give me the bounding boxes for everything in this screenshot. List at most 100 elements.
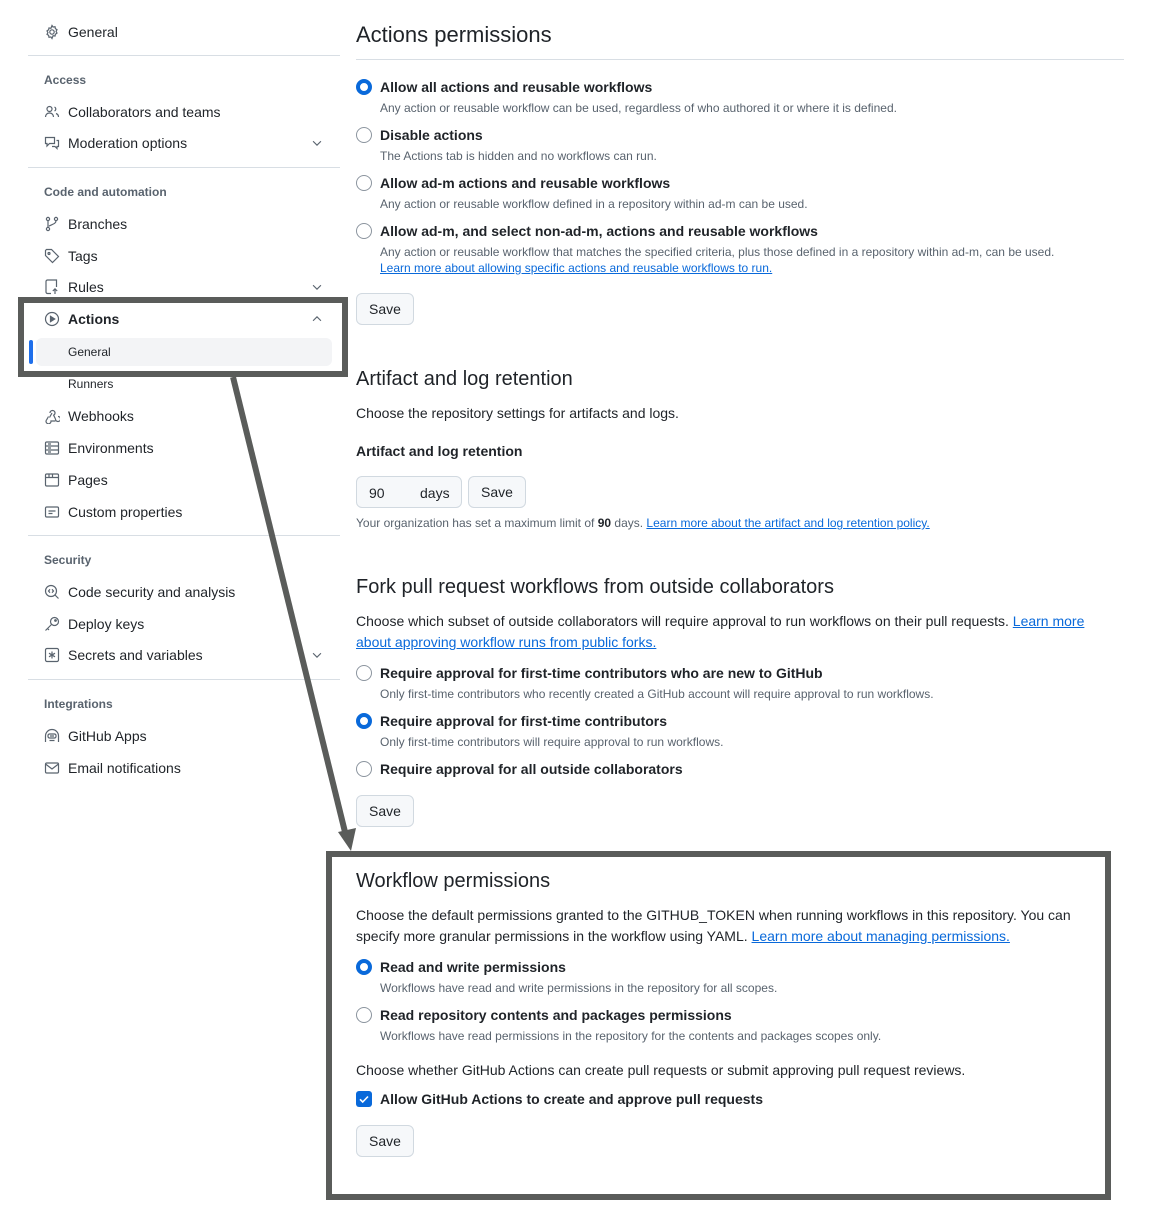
workflow-permissions-title: Workflow permissions [356,870,551,892]
sidebar-item-label: General [68,345,111,359]
chevron-down-icon[interactable] [310,648,324,662]
workflow-permissions-description: Choose the default permissions granted t… [356,905,1116,947]
workflow-desc-line2: specify more granular permissions in the… [356,928,748,944]
radio-button[interactable] [356,175,372,191]
radio-note: Only first-time contributors who recentl… [380,687,934,701]
radio-button[interactable] [356,761,372,777]
sidebar-subitem-actions-general[interactable]: General [36,338,332,366]
section-divider [356,59,1124,60]
sidebar-item-pages[interactable]: Pages [28,464,340,496]
sidebar-item-label: Rules [68,279,104,295]
fork-pr-description-text: Choose which subset of outside collabora… [356,613,1009,629]
sidebar-item-rules[interactable]: Rules [28,271,340,303]
radio-note: The Actions tab is hidden and no workflo… [380,149,657,163]
radio-button[interactable] [356,223,372,239]
fork-pr-title: Fork pull request workflows from outside… [356,576,834,598]
sidebar-divider [28,55,340,56]
sidebar-item-label: GitHub Apps [68,728,147,744]
fork-pr-save-button[interactable]: Save [356,795,414,827]
radio-label: Disable actions [380,127,483,143]
workflow-permissions-save-button[interactable]: Save [356,1125,414,1157]
retention-save-button[interactable]: Save [468,476,526,508]
sidebar-item-webhooks[interactable]: Webhooks [28,400,340,432]
sidebar-item-environments[interactable]: Environments [28,432,340,464]
sidebar-item-label: Collaborators and teams [68,104,221,120]
radio-label: Allow ad-m, and select non-ad-m, actions… [380,223,818,239]
git-branch-icon [44,216,60,232]
radio-label: Allow ad-m actions and reusable workflow… [380,175,671,191]
people-icon [44,104,60,120]
sidebar-item-secrets-and-variables[interactable]: Secrets and variables [28,639,340,671]
group-title-integrations: Integrations [44,697,113,711]
sidebar-item-label: Email notifications [68,760,181,776]
sidebar-item-label: Custom properties [68,504,183,520]
sidebar-item-deploy-keys[interactable]: Deploy keys [28,608,340,640]
sidebar-item-email-notifications[interactable]: Email notifications [28,752,340,784]
radio-button[interactable] [356,959,372,975]
sidebar-item-label: Branches [68,216,128,232]
radio-note: Any action or reusable workflow that mat… [380,245,1055,259]
radio-button[interactable] [356,665,372,681]
chevron-down-icon[interactable] [310,280,324,294]
chevron-down-icon[interactable] [310,136,324,150]
managing-permissions-link[interactable]: Learn more about managing permissions. [752,928,1010,944]
sidebar-item-branches[interactable]: Branches [28,208,340,240]
repo-push-icon [44,279,60,295]
sidebar-divider [28,679,340,680]
fork-pr-learn-more-link[interactable]: Learn more [1013,613,1085,629]
sidebar-item-collaborators[interactable]: Collaborators and teams [28,96,340,128]
sidebar-subitem-actions-runners[interactable]: Runners [36,370,332,398]
radio-button[interactable] [356,713,372,729]
comment-discussion-icon [44,135,60,151]
retention-policy-link[interactable]: Learn more about the artifact and log re… [646,516,929,530]
radio-button[interactable] [356,1007,372,1023]
play-icon [44,311,60,327]
radio-note: Only first-time contributors will requir… [380,735,724,749]
group-title-code-and-automation: Code and automation [44,185,167,199]
tag-icon [44,248,60,264]
radio-label: Read and write permissions [380,959,566,975]
radio-note: Any action or reusable workflow defined … [380,197,808,211]
radio-note: Workflows have read permissions in the r… [380,1029,882,1043]
group-title-security: Security [44,553,92,567]
annotation-highlight-workflow-permissions [326,851,1111,1200]
retention-days-input[interactable]: 90 days [356,476,462,508]
radio-button[interactable] [356,79,372,95]
radio-button[interactable] [356,127,372,143]
active-indicator [29,340,33,364]
webhook-icon [44,408,60,424]
sidebar-divider [28,167,340,168]
radio-label: Require approval for first-time contribu… [380,665,823,681]
checkbox-checked[interactable] [356,1091,372,1107]
workflow-desc-line1: Choose the default permissions granted t… [356,907,1071,923]
sidebar-item-general[interactable]: General [28,16,340,48]
retention-note-prefix: Your organization has set a maximum limi… [356,516,595,530]
sidebar-item-code-security[interactable]: Code security and analysis [28,576,340,608]
actions-permissions-save-button[interactable]: Save [356,293,414,325]
retention-days-unit: days [420,485,450,501]
sidebar-item-moderation-options[interactable]: Moderation options [28,127,340,159]
radio-note: Workflows have read and write permission… [380,981,778,995]
key-asterisk-icon [44,647,60,663]
sidebar-item-label: Pages [68,472,108,488]
sidebar-item-label: Moderation options [68,135,188,151]
sidebar-item-label: Deploy keys [68,616,145,632]
check-icon [359,1095,369,1104]
chevron-up-icon[interactable] [310,312,324,326]
learn-more-specific-actions-link[interactable]: Learn more about allowing specific actio… [380,261,772,275]
retention-field-label: Artifact and log retention [356,443,523,459]
actions-permissions-title: Actions permissions [356,22,552,47]
radio-label: Require approval for first-time contribu… [380,713,668,729]
fork-pr-learn-more-link-cont[interactable]: about approving workflow runs from publi… [356,634,656,650]
sidebar-item-label: General [68,24,118,40]
sidebar-item-github-apps[interactable]: GitHub Apps [28,720,340,752]
sidebar-item-label: Environments [68,440,154,456]
sidebar-item-actions[interactable]: Actions [28,303,340,335]
fork-pr-description: Choose which subset of outside collabora… [356,611,1124,653]
sidebar-item-custom-properties[interactable]: Custom properties [28,496,340,528]
sidebar-item-label: Code security and analysis [68,584,236,600]
sidebar-item-tags[interactable]: Tags [28,240,340,272]
key-icon [44,616,60,632]
gear-icon [44,24,60,40]
browser-icon [44,472,60,488]
